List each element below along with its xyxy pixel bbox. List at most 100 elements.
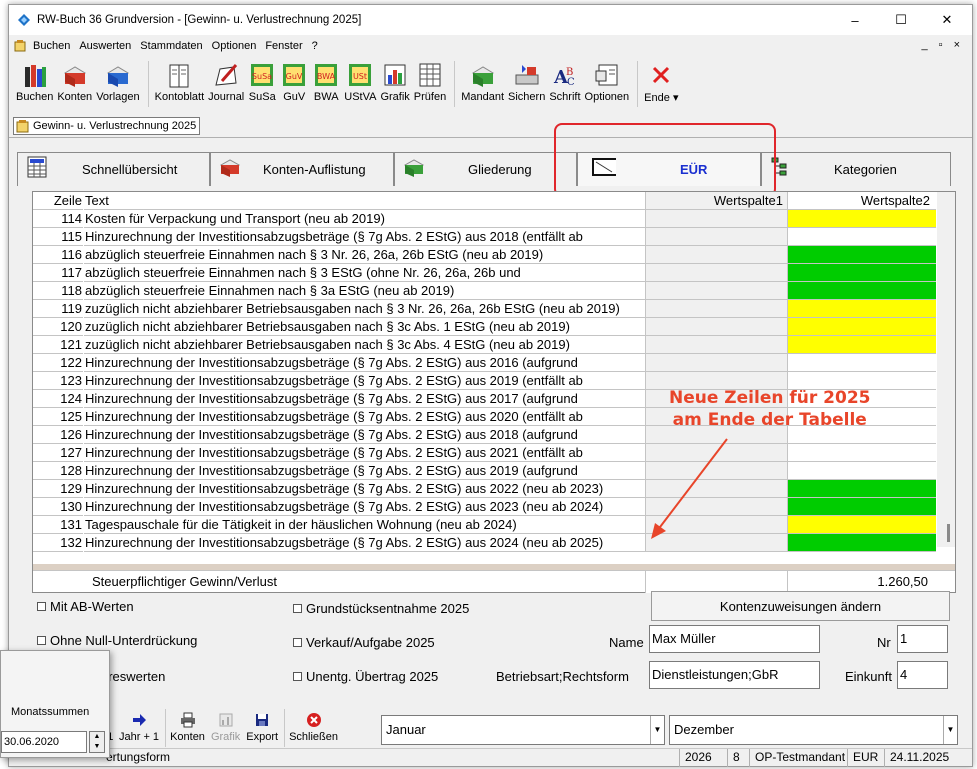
row-text[interactable]: Hinzurechnung der Investitionsabzugsbetr…	[84, 534, 646, 552]
row-zeile[interactable]: 131	[33, 516, 83, 534]
mdi-controls[interactable]: _ ▫ ×	[921, 39, 964, 51]
document-tab[interactable]: Gewinn- u. Verlustrechnung 2025	[13, 117, 201, 135]
row-wertspalte1[interactable]	[646, 264, 788, 282]
chevron-down-icon[interactable]: ▼	[650, 716, 664, 744]
row-wertspalte2[interactable]	[788, 462, 936, 480]
toolbar-bwa-button[interactable]: BWA BWA	[311, 57, 341, 103]
row-wertspalte2[interactable]	[788, 498, 936, 516]
toolbar-grafik-button[interactable]: Grafik	[379, 57, 410, 103]
row-wertspalte1[interactable]	[646, 246, 788, 264]
row-wertspalte2[interactable]	[788, 264, 936, 282]
row-wertspalte2[interactable]	[788, 444, 936, 462]
table-row[interactable]: 116 abzüglich steuerfreie Einnahmen nach …	[33, 246, 955, 264]
header-wertspalte2[interactable]: Wertspalte2	[788, 192, 936, 210]
table-row[interactable]: 118 abzüglich steuerfreie Einnahmen nach …	[33, 282, 955, 300]
menu-stammdaten[interactable]: Stammdaten	[140, 40, 202, 52]
row-text[interactable]: Hinzurechnung der Investitionsabzugsbetr…	[84, 444, 646, 462]
maximize-button[interactable]: ☐	[878, 5, 924, 35]
header-wertspalte1[interactable]: Wertspalte1	[646, 192, 788, 210]
scrollbar-thumb[interactable]	[947, 524, 950, 542]
row-wertspalte2[interactable]	[788, 534, 936, 552]
toolbar-optionen-button[interactable]: Optionen	[584, 57, 631, 103]
konten-print-button[interactable]: Konten	[170, 705, 205, 743]
header-zeile[interactable]: Zeile	[33, 192, 83, 210]
toolbar-journal-button[interactable]: Journal	[207, 57, 245, 103]
tab-konten-auflistung[interactable]: Konten-Auflistung	[210, 152, 394, 186]
toolbar-guv-button[interactable]: GuV GuV	[279, 57, 309, 103]
date-field[interactable]: 30.06.2020	[1, 731, 87, 753]
row-zeile[interactable]: 117	[33, 264, 83, 282]
row-wertspalte2[interactable]	[788, 516, 936, 534]
checkbox-ohne-null[interactable]: Ohne Null-Unterdrückung	[37, 633, 197, 648]
row-text[interactable]: Hinzurechnung der Investitionsabzugsbetr…	[84, 498, 646, 516]
toolbar-vorlagen-button[interactable]: Vorlagen	[95, 57, 140, 103]
checkbox-mit-ab-werten[interactable]: Mit AB-Werten	[37, 599, 134, 614]
row-wertspalte2[interactable]	[788, 336, 936, 354]
row-text[interactable]: abzüglich steuerfreie Einnahmen nach § 3…	[84, 264, 646, 282]
row-text[interactable]: Hinzurechnung der Investitionsabzugsbetr…	[84, 480, 646, 498]
row-wertspalte2[interactable]	[788, 246, 936, 264]
table-row[interactable]: 132 Hinzurechnung der Investitionsabzugsb…	[33, 534, 955, 552]
row-wertspalte1[interactable]	[646, 336, 788, 354]
table-row[interactable]: 115 Hinzurechnung der Investitionsabzugsb…	[33, 228, 955, 246]
minimize-button[interactable]: –	[832, 5, 878, 35]
row-zeile[interactable]: 132	[33, 534, 83, 552]
row-text[interactable]: Hinzurechnung der Investitionsabzugsbetr…	[84, 426, 646, 444]
table-row[interactable]: 120 zuzüglich nicht abziehbarer Betriebsa…	[33, 318, 955, 336]
toolbar-schrift-button[interactable]: ABC Schrift	[548, 57, 581, 103]
row-wertspalte2[interactable]	[788, 228, 936, 246]
row-zeile[interactable]: 128	[33, 462, 83, 480]
checkbox-verkauf-aufgabe[interactable]: Verkauf/Aufgabe 2025	[293, 635, 435, 650]
row-text[interactable]: zuzüglich nicht abziehbarer Betriebsausg…	[84, 300, 646, 318]
toolbar-konten-button[interactable]: Konten	[56, 57, 93, 103]
checkbox-box[interactable]	[37, 636, 46, 645]
row-wertspalte2[interactable]	[788, 300, 936, 318]
row-zeile[interactable]: 126	[33, 426, 83, 444]
toolbar-ustva-button[interactable]: USt UStVA	[343, 57, 377, 103]
toolbar-kontoblatt-button[interactable]: Kontoblatt	[154, 57, 206, 103]
row-zeile[interactable]: 115	[33, 228, 83, 246]
row-zeile[interactable]: 118	[33, 282, 83, 300]
checkbox-box[interactable]	[293, 638, 302, 647]
row-text[interactable]: Hinzurechnung der Investitionsabzugsbetr…	[84, 462, 646, 480]
menu-help[interactable]: ?	[312, 40, 318, 52]
row-wertspalte1[interactable]	[646, 210, 788, 228]
tab-gliederung[interactable]: Gliederung	[394, 152, 577, 186]
table-row[interactable]: 121 zuzüglich nicht abziehbarer Betriebsa…	[33, 336, 955, 354]
row-zeile[interactable]: 122	[33, 354, 83, 372]
menu-optionen[interactable]: Optionen	[212, 40, 257, 52]
row-text[interactable]: Hinzurechnung der Investitionsabzugsbetr…	[84, 354, 646, 372]
row-text[interactable]: Hinzurechnung der Investitionsabzugsbetr…	[84, 390, 646, 408]
betriebsart-field[interactable]: Dienstleistungen;GbR	[649, 661, 820, 689]
row-text[interactable]: Hinzurechnung der Investitionsabzugsbetr…	[84, 408, 646, 426]
table-row[interactable]: 128 Hinzurechnung der Investitionsabzugsb…	[33, 462, 955, 480]
row-text[interactable]: Kosten für Verpackung und Transport (neu…	[84, 210, 646, 228]
date-spinner[interactable]: ▲ ▼	[89, 731, 105, 753]
schliessen-button[interactable]: Schließen	[289, 705, 338, 743]
row-wertspalte1[interactable]	[646, 318, 788, 336]
row-wertspalte2[interactable]	[788, 480, 936, 498]
checkbox-box[interactable]	[293, 604, 302, 613]
row-text[interactable]: abzüglich steuerfreie Einnahmen nach § 3…	[84, 246, 646, 264]
row-zeile[interactable]: 130	[33, 498, 83, 516]
table-row[interactable]: 131 Tagespauschale für die Tätigkeit in d…	[33, 516, 955, 534]
row-wertspalte2[interactable]	[788, 354, 936, 372]
row-text[interactable]: Hinzurechnung der Investitionsabzugsbetr…	[84, 372, 646, 390]
checkbox-vorjahreswerten[interactable]: hreswerten	[101, 669, 165, 684]
row-text[interactable]: Tagespauschale für die Tätigkeit in der …	[84, 516, 646, 534]
einkunft-field[interactable]: 4	[897, 661, 948, 689]
row-zeile[interactable]: 121	[33, 336, 83, 354]
table-row[interactable]: 129 Hinzurechnung der Investitionsabzugsb…	[33, 480, 955, 498]
kontenzuweisungen-button[interactable]: Kontenzuweisungen ändern	[651, 591, 950, 621]
menu-auswerten[interactable]: Auswerten	[79, 40, 131, 52]
checkbox-box[interactable]	[293, 672, 302, 681]
table-row[interactable]: 119 zuzüglich nicht abziehbarer Betriebsa…	[33, 300, 955, 318]
table-row[interactable]: 130 Hinzurechnung der Investitionsabzugsb…	[33, 498, 955, 516]
row-wertspalte1[interactable]	[646, 228, 788, 246]
grafik-button[interactable]: Grafik	[211, 705, 240, 743]
row-text[interactable]: zuzüglich nicht abziehbarer Betriebsausg…	[84, 318, 646, 336]
row-text[interactable]: abzüglich steuerfreie Einnahmen nach § 3…	[84, 282, 646, 300]
menu-fenster[interactable]: Fenster	[265, 40, 302, 52]
toolbar-pruefen-button[interactable]: Prüfen	[413, 57, 447, 103]
table-row[interactable]: 117 abzüglich steuerfreie Einnahmen nach …	[33, 264, 955, 282]
